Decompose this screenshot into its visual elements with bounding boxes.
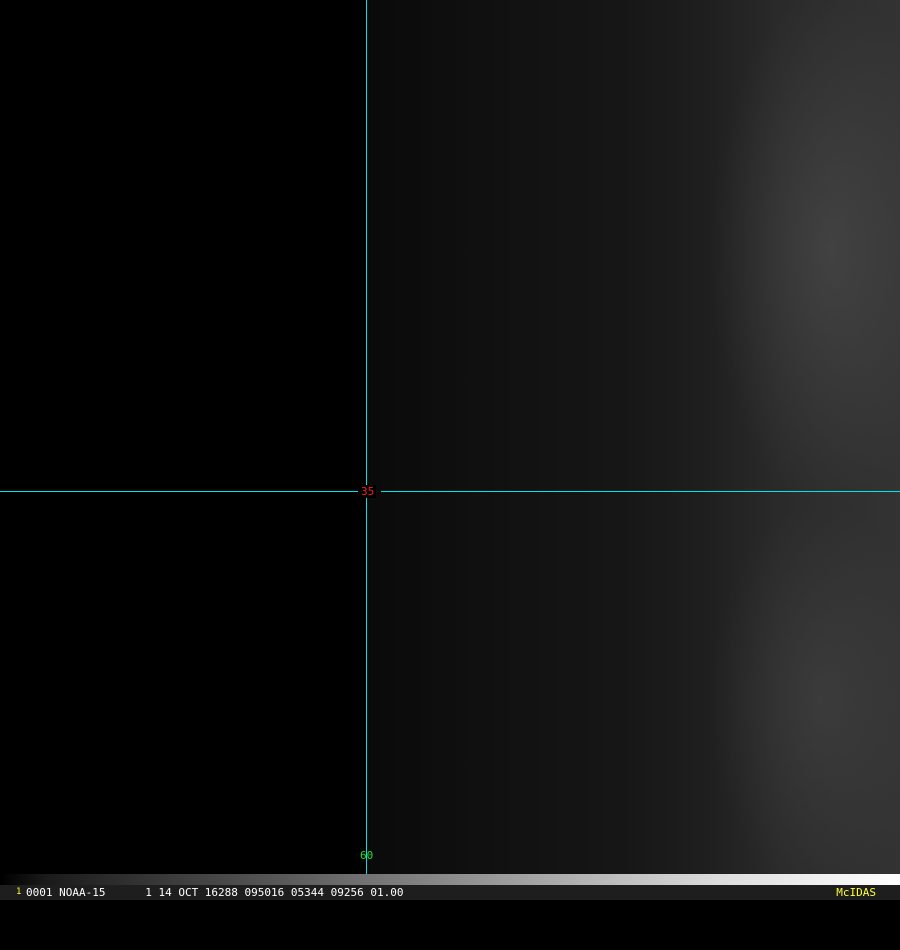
frame-number: 1 [16, 887, 22, 897]
longitude-grid-line [366, 0, 367, 874]
latitude-grid-line [0, 491, 358, 492]
satellite-image [0, 0, 900, 874]
mcidas-brand: McIDAS [836, 886, 876, 899]
satellite-image-viewer: 35 60 1 0001 NOAA-15 1 14 OCT 16288 0950… [0, 0, 900, 900]
longitude-label: 60 [360, 849, 374, 862]
latitude-grid-line [381, 491, 900, 492]
grayscale-color-bar [0, 874, 900, 885]
latitude-label: 35 [359, 485, 377, 498]
status-bar: 1 0001 NOAA-15 1 14 OCT 16288 095016 053… [0, 885, 900, 900]
image-metadata: 0001 NOAA-15 1 14 OCT 16288 095016 05344… [26, 886, 404, 899]
